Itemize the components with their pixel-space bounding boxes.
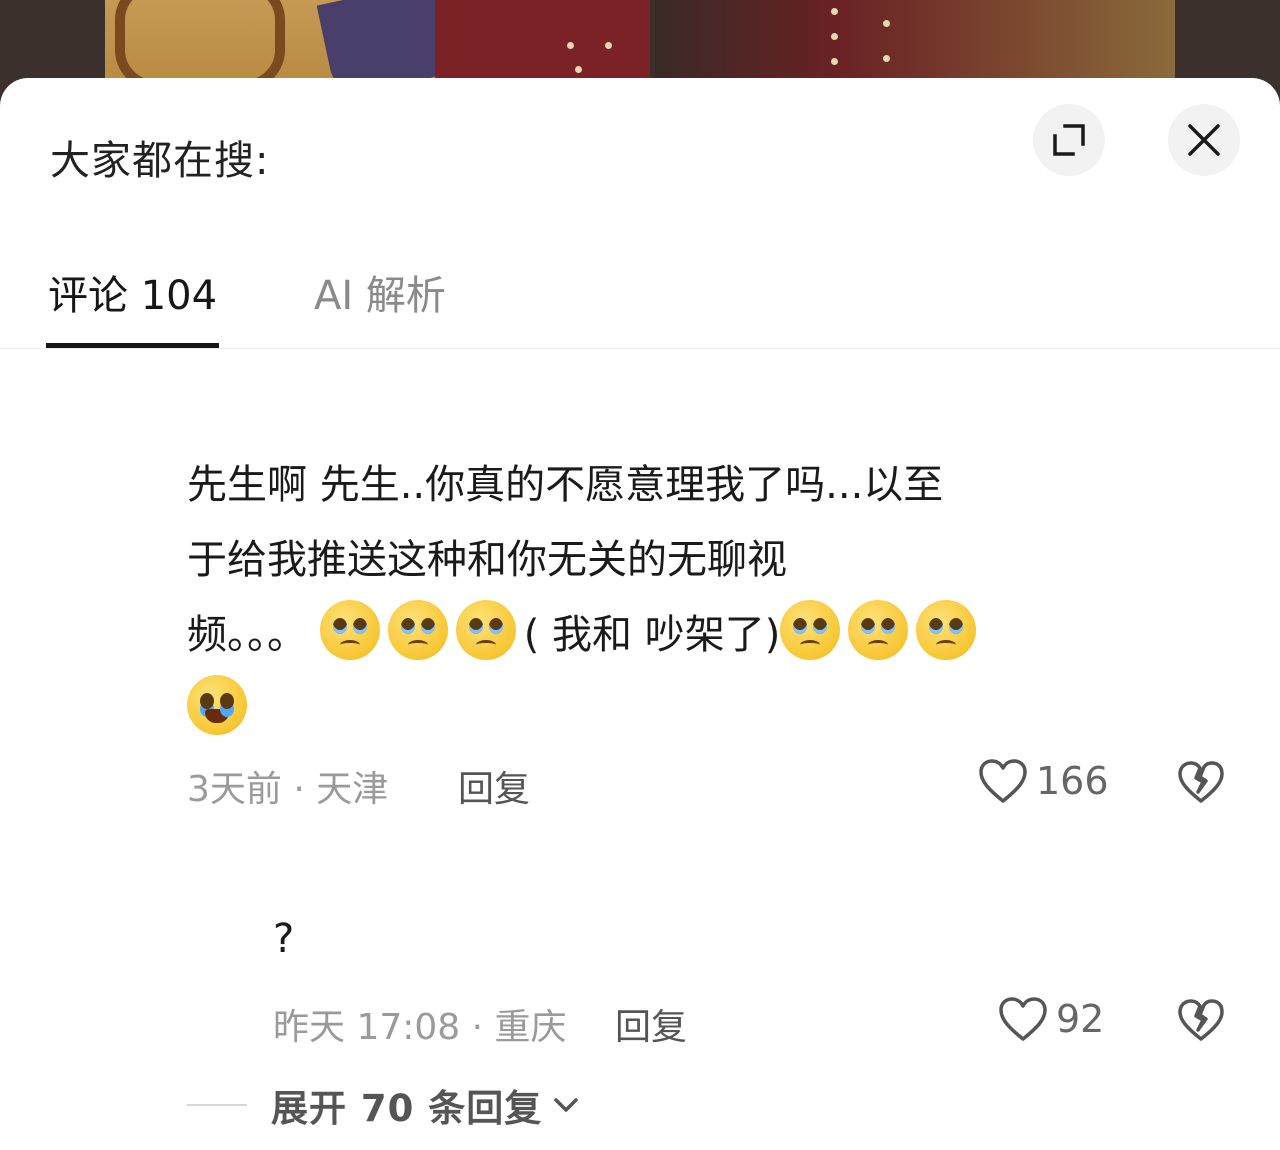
expand-replies-label: 展开 70 条回复 <box>271 1087 543 1130</box>
comment-line: 频。。。 ( 我和 吵架了) <box>187 598 1227 673</box>
comments-sheet: 大家都在搜: 评论 104 AI 解析 先生啊 先生..你真的不愿意理我了吗..… <box>0 78 1280 1150</box>
comment-line: 于给我推送这种和你无关的无聊视 <box>187 537 787 583</box>
comment-like-button[interactable]: 166 <box>978 758 1109 804</box>
comment-reply-button[interactable]: 回复 <box>458 760 530 812</box>
heart-icon <box>999 997 1047 1041</box>
coat-stud <box>831 33 838 40</box>
pleading-face-emoji <box>848 600 909 660</box>
reply-meta: 昨天 17:08 · 重庆 <box>273 1007 567 1048</box>
coat-stud <box>831 58 838 65</box>
pleading-face-emoji <box>387 600 448 660</box>
coat-stud <box>575 66 582 73</box>
expand-button[interactable] <box>1033 104 1105 176</box>
crying-face-emoji <box>187 675 247 735</box>
comment-line: 先生啊 先生..你真的不愿意理我了吗...以至 <box>187 462 944 508</box>
reply-reply-button[interactable]: 回复 <box>615 998 687 1050</box>
coat-stud <box>831 8 838 15</box>
pleading-face-emoji <box>916 600 977 660</box>
coat-stud <box>883 20 890 27</box>
reply-like-count: 92 <box>1056 997 1105 1041</box>
close-icon <box>1188 124 1220 156</box>
expand-icon <box>1053 124 1085 156</box>
reply-dislike-button[interactable] <box>1177 998 1225 1046</box>
comment-like-count: 166 <box>1036 759 1109 803</box>
search-prompt[interactable]: 大家都在搜: <box>50 128 269 186</box>
pleading-face-emoji <box>319 600 380 660</box>
tab-ai-analysis[interactable]: AI 解析 <box>314 263 446 321</box>
heart-icon <box>979 759 1027 803</box>
coat-stud <box>883 55 890 62</box>
reply-like-button[interactable]: 92 <box>998 996 1104 1042</box>
comment-dislike-button[interactable] <box>1177 760 1225 808</box>
expand-replies-divider <box>187 1104 247 1106</box>
comment-inline-text: ( 我和 吵架了) <box>523 612 781 658</box>
comment-line-text: 频。。。 <box>187 612 307 658</box>
reply-text[interactable]: ? <box>273 916 294 962</box>
pleading-face-emoji <box>780 600 841 660</box>
coat-stud <box>567 42 574 49</box>
tabs-divider <box>0 348 1280 349</box>
tab-comments[interactable]: 评论 104 <box>48 263 217 321</box>
expand-replies-button[interactable]: 展开 70 条回复 <box>187 1078 580 1132</box>
close-button[interactable] <box>1168 104 1240 176</box>
comment-meta: 3天前 · 天津 <box>187 769 389 810</box>
chevron-down-icon <box>554 1098 579 1112</box>
chair-shape <box>115 0 285 90</box>
comment-text[interactable]: 先生啊 先生..你真的不愿意理我了吗...以至 于给我推送这种和你无关的无聊视 … <box>187 448 1227 748</box>
comment-line <box>187 673 1227 748</box>
coat-stud <box>605 42 612 49</box>
pleading-face-emoji <box>455 600 516 660</box>
broken-heart-icon <box>1178 761 1224 803</box>
broken-heart-icon <box>1178 999 1224 1041</box>
